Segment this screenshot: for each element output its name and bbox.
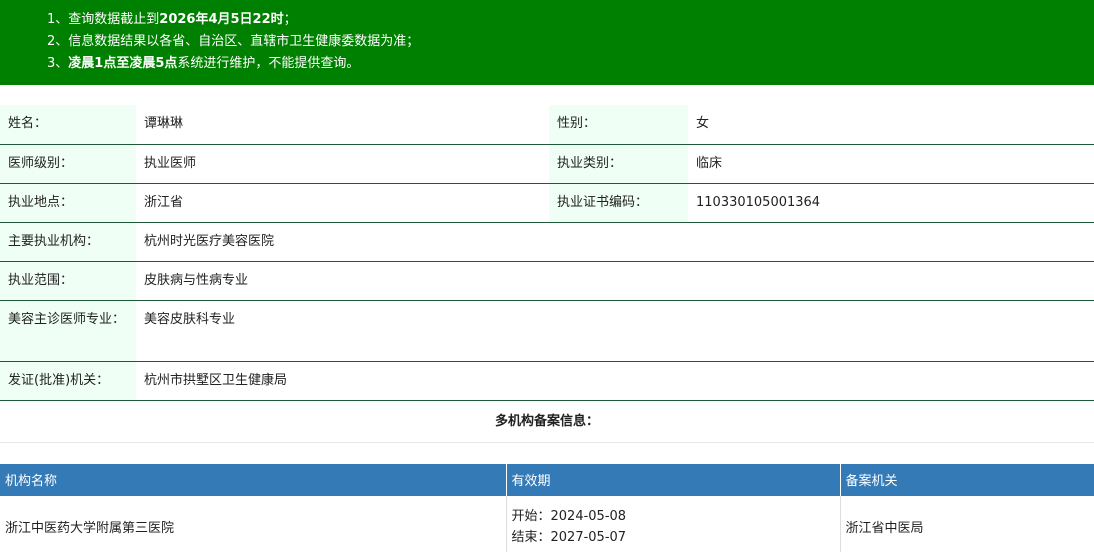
- name-value: 谭琳琳: [136, 105, 549, 145]
- column-header-authority: 备案机关: [840, 463, 1094, 496]
- authority-cell: 浙江省中医局: [845, 521, 924, 536]
- table-row: 浙江中医药大学附属第三医院 开始：2024-05-08 结束：2027-05-0…: [0, 495, 1094, 552]
- org-name-cell: 浙江中医药大学附属第三医院: [0, 495, 507, 552]
- column-header-org-name: 机构名称: [0, 463, 507, 496]
- level-value: 执业医师: [136, 144, 549, 184]
- location-value: 浙江省: [136, 183, 549, 223]
- notice-date: 2026年4月5日22时: [159, 12, 284, 27]
- doctor-info-table: 姓名： 谭琳琳 性别： 女 医师级别： 执业医师 执业类别： 临床 执业地点： …: [0, 105, 1094, 401]
- notice-line-2: 2、信息数据结果以各省、自治区、直辖市卫生健康委数据为准；: [47, 34, 420, 49]
- org-registration-table: 机构名称 有效期 备案机关 浙江中医药大学附属第三医院 开始：2024-05-0…: [0, 463, 1094, 552]
- column-header-validity: 有效期: [506, 463, 841, 496]
- scope-label: 执业范围：: [0, 261, 136, 301]
- validity-cell: 开始：2024-05-08 结束：2027-05-07: [506, 495, 841, 552]
- notice-text: ；: [283, 12, 297, 27]
- location-label: 执业地点：: [0, 183, 136, 223]
- gender-label: 性别：: [549, 105, 688, 145]
- info-row: 执业地点： 浙江省 执业证书编码： 110330105001364: [0, 183, 1094, 223]
- multi-org-title: 多机构备案信息：: [0, 401, 1094, 443]
- name-label: 姓名：: [0, 105, 136, 145]
- cosmetic-label: 美容主诊医师专业：: [0, 300, 136, 362]
- notice-text: 3、: [47, 56, 69, 71]
- notice-text: 系统进行维护，不能提供查询。: [177, 56, 360, 71]
- gender-value: 女: [688, 105, 1094, 145]
- info-row: 发证(批准)机关： 杭州市拱墅区卫生健康局: [0, 361, 1094, 401]
- info-row: 美容主诊医师专业： 美容皮肤科专业: [0, 300, 1094, 362]
- info-row: 主要执业机构： 杭州时光医疗美容医院: [0, 222, 1094, 262]
- category-value: 临床: [688, 144, 1094, 184]
- cosmetic-value: 美容皮肤科专业: [136, 300, 1094, 362]
- notice-line-1: 1、查询数据截止到2026年4月5日22时；: [47, 9, 1094, 31]
- scope-value: 皮肤病与性病专业: [136, 261, 1094, 301]
- issuer-label: 发证(批准)机关：: [0, 361, 136, 401]
- cert-value: 110330105001364: [688, 183, 1094, 223]
- notice-text: 1、查询数据截止到: [47, 12, 160, 27]
- notice-maintenance-time: 凌晨1点至凌晨5点: [68, 56, 178, 71]
- validity-end: 结束：2027-05-07: [511, 529, 627, 545]
- category-label: 执业类别：: [549, 144, 688, 184]
- info-row: 姓名： 谭琳琳 性别： 女: [0, 105, 1094, 145]
- issuer-value: 杭州市拱墅区卫生健康局: [136, 361, 1094, 401]
- level-label: 医师级别：: [0, 144, 136, 184]
- notice-banner: 1、查询数据截止到2026年4月5日22时； 2、信息数据结果以各省、自治区、直…: [0, 0, 1094, 85]
- org-value: 杭州时光医疗美容医院: [136, 222, 1094, 262]
- org-label: 主要执业机构：: [0, 222, 136, 262]
- notice-line-3: 3、凌晨1点至凌晨5点系统进行维护，不能提供查询。: [47, 53, 1094, 75]
- info-row: 医师级别： 执业医师 执业类别： 临床: [0, 144, 1094, 184]
- cert-label: 执业证书编码：: [549, 183, 688, 223]
- table-header-row: 机构名称 有效期 备案机关: [0, 463, 1094, 496]
- info-row: 执业范围： 皮肤病与性病专业: [0, 261, 1094, 301]
- validity-start: 开始：2024-05-08: [511, 508, 627, 524]
